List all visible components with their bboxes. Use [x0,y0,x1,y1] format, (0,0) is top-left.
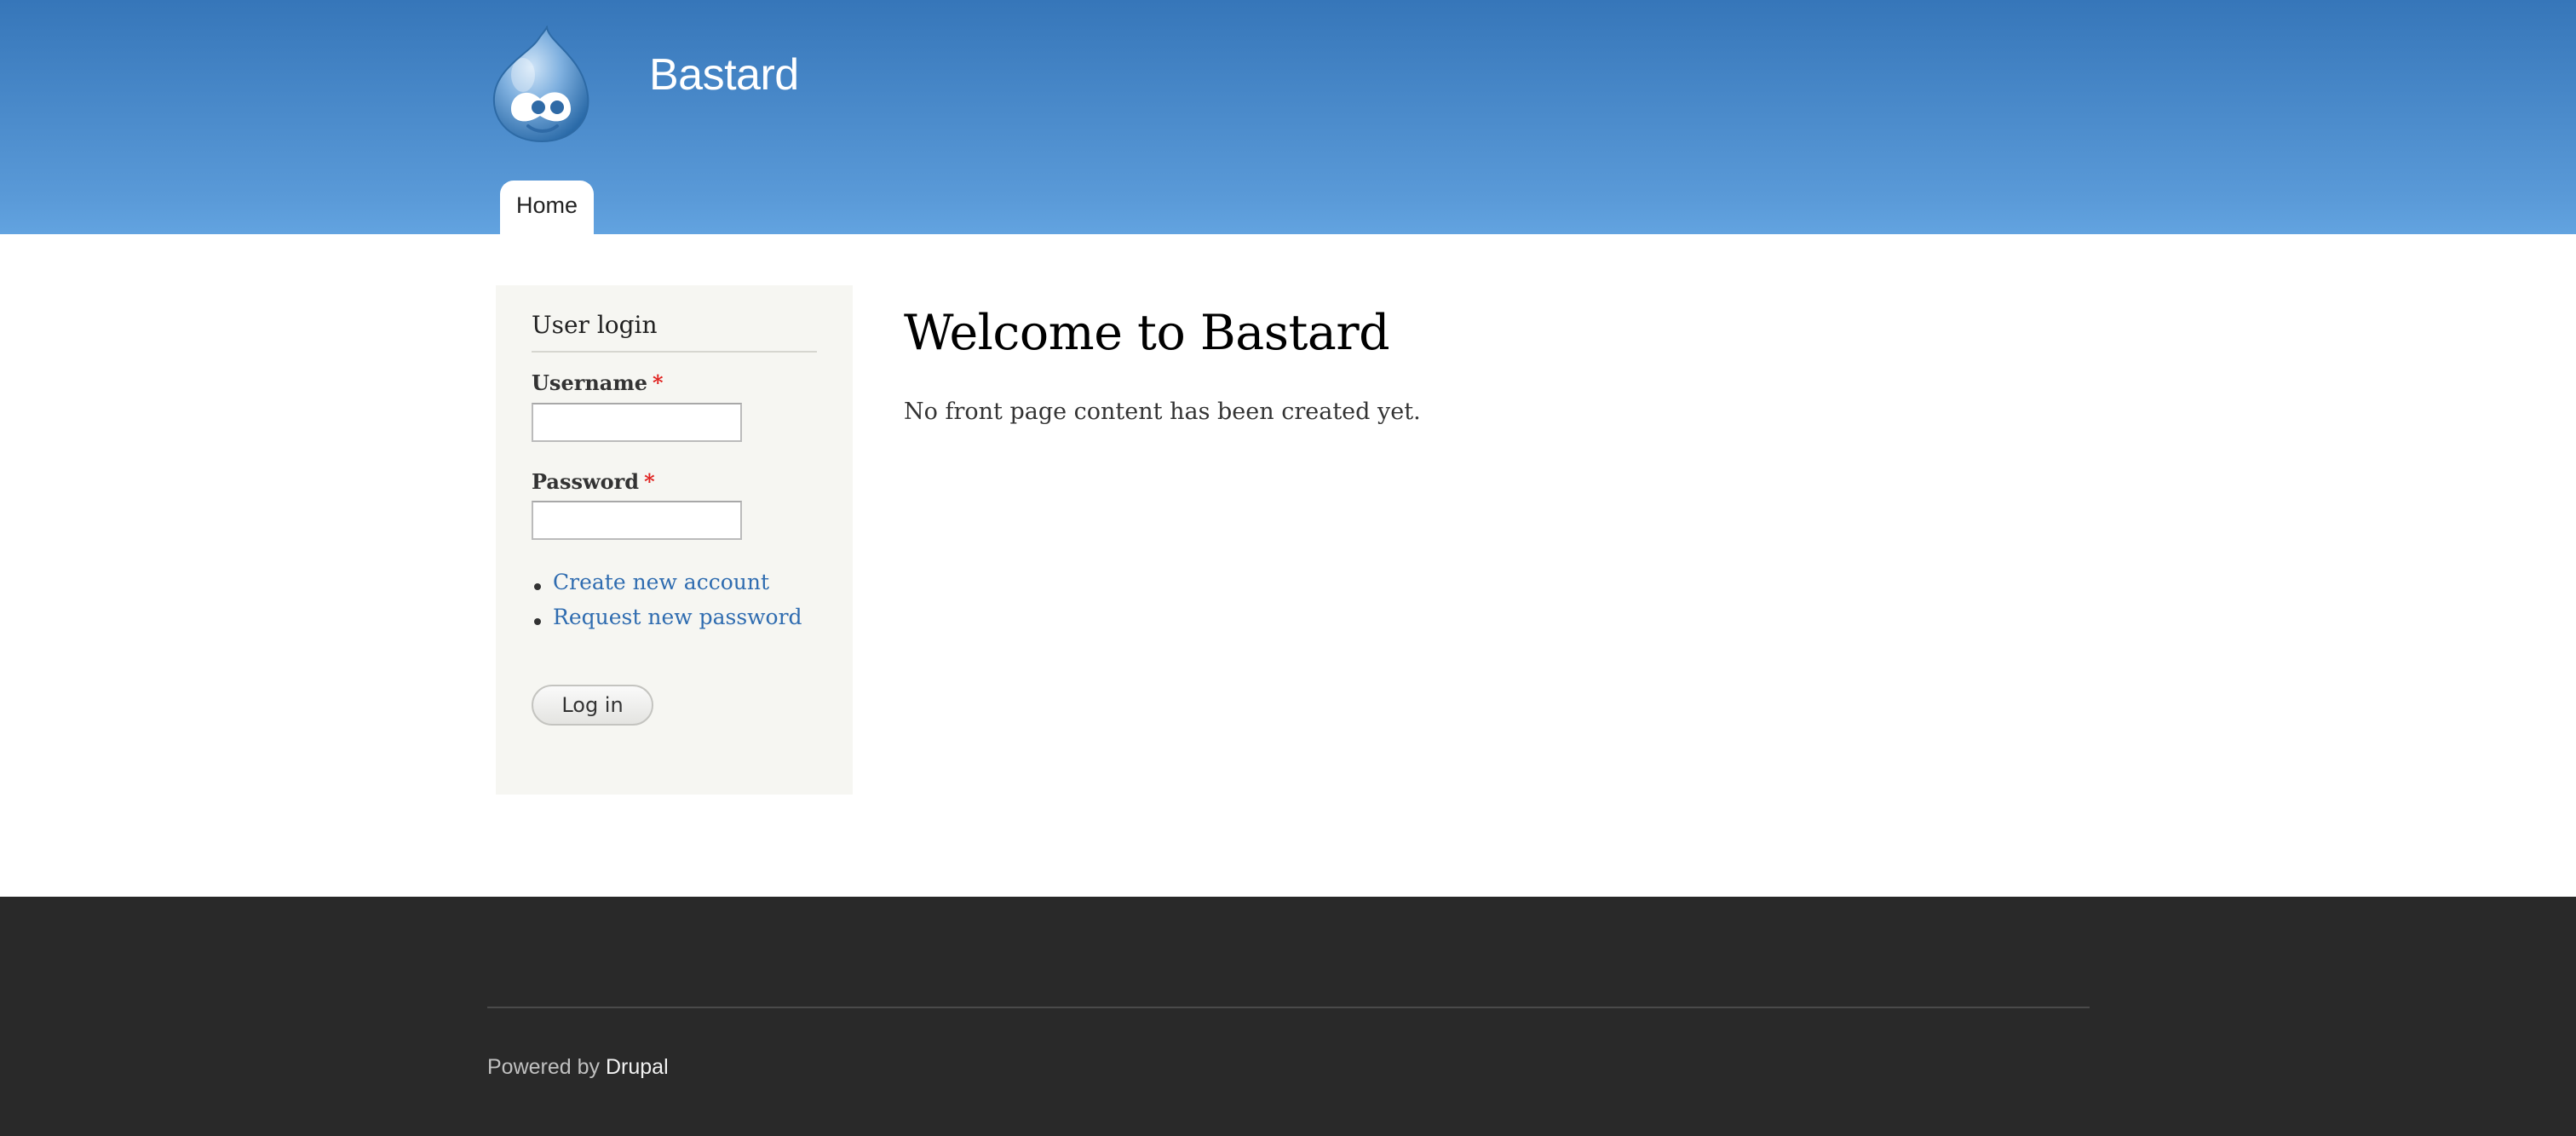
required-marker: * [653,370,664,395]
password-input[interactable] [532,501,742,540]
request-password-link[interactable]: Request new password [553,605,802,629]
bullet-icon [534,583,541,590]
list-item: Request new password [532,605,802,640]
password-label-text: Password [532,469,640,494]
footer-divider [487,1007,2090,1008]
block-title: User login [532,311,658,339]
site-footer: Powered by Drupal [0,897,2576,1136]
drupal-drop-icon [492,24,589,143]
site-name-link[interactable]: Bastard [649,49,799,100]
page-body-text: No front page content has been created y… [904,399,1421,425]
create-account-link[interactable]: Create new account [553,570,769,594]
nav-tab-home[interactable]: Home [500,181,594,234]
password-label: Password * [532,469,655,494]
block-title-divider [532,351,817,353]
drupal-logo-icon[interactable] [489,24,593,143]
bullet-icon [534,618,541,625]
site-header: Bastard Home [0,0,2576,234]
username-input[interactable] [532,403,742,442]
drupal-link[interactable]: Drupal [606,1055,669,1079]
log-in-button[interactable]: Log in [532,685,653,726]
powered-by-text: Powered by [487,1055,601,1079]
username-label: Username * [532,370,664,395]
required-marker: * [644,469,655,494]
page-title: Welcome to Bastard [904,305,1390,361]
user-login-block: User login Username * Password * Create ne… [496,285,853,795]
username-label-text: Username [532,370,648,395]
footer-credit: Powered by Drupal [487,1055,669,1080]
list-item: Create new account [532,570,802,605]
login-links-list: Create new account Request new password [532,570,802,640]
